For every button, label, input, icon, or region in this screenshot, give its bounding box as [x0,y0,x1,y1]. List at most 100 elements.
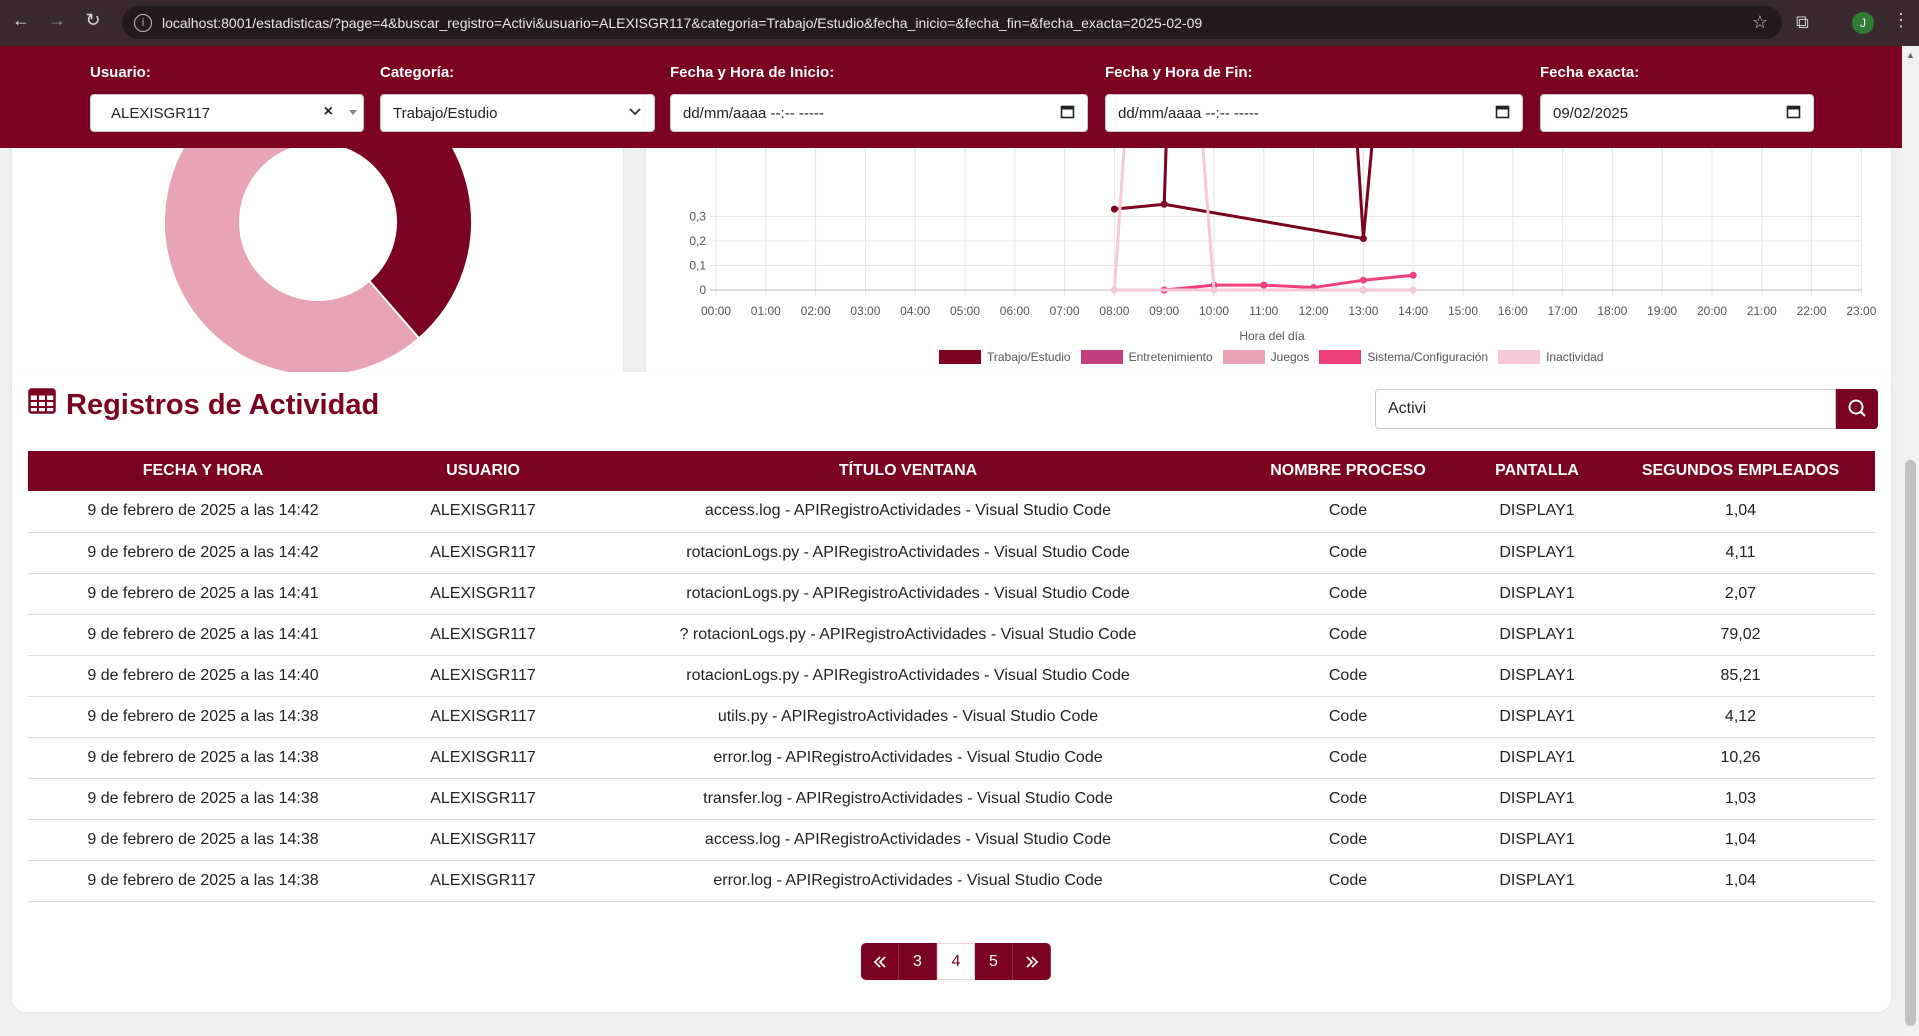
search-button[interactable] [1836,389,1878,429]
calendar-icon[interactable] [1786,104,1801,123]
cell-titulo: access.log - APIRegistroActividades - Vi… [588,819,1228,861]
fin-label: Fecha y Hora de Fin: [1105,64,1253,81]
categoria-select[interactable]: Trabajo/Estudio [380,94,655,132]
last-page-button[interactable] [1013,943,1051,980]
cell-proceso: Code [1228,655,1468,697]
cell-proceso: Code [1228,532,1468,574]
reload-icon[interactable]: ↻ [78,10,108,31]
col-nombre-proceso[interactable]: NOMBRE PROCESO [1228,451,1468,491]
usuario-label: Usuario: [90,64,151,81]
page-button-4-current[interactable]: 4 [937,943,975,980]
y-tick-label: 0 [699,283,706,297]
x-tick-label: 21:00 [1747,304,1777,318]
inicio-datetime-input[interactable]: dd/mm/aaaa --:-- ----- [670,94,1088,132]
browser-menu-icon[interactable]: ⋮ [1892,10,1910,31]
cell-titulo: ? rotacionLogs.py - APIRegistroActividad… [588,614,1228,656]
x-tick-label: 19:00 [1647,304,1677,318]
categoria-label: Categoría: [380,64,455,81]
scroll-up-icon[interactable]: ▲ [1906,50,1915,60]
y-tick-label: 0,3 [689,210,706,224]
extensions-icon[interactable]: ⧉ [1796,12,1809,33]
cell-segundos: 1,04 [1606,819,1875,861]
x-tick-label: 00:00 [701,304,731,318]
x-tick-label: 06:00 [1000,304,1030,318]
exacta-date-input[interactable]: 09/02/2025 [1540,94,1814,132]
clear-icon[interactable]: × [324,103,333,121]
filter-categoria: Categoría: Trabajo/Estudio [380,64,655,132]
cell-proceso: Code [1228,573,1468,615]
col-fecha-hora[interactable]: FECHA Y HORA [28,451,378,491]
table-icon [28,388,56,422]
table-row: 9 de febrero de 2025 a las 14:38 ALEXISG… [28,778,1875,820]
bookmark-star-icon[interactable]: ☆ [1752,12,1768,33]
filter-exacta: Fecha exacta: 09/02/2025 [1540,64,1814,132]
pagination: 3 4 5 [861,943,1051,980]
usuario-value: ALEXISGR117 [111,104,210,122]
page-button-3[interactable]: 3 [899,943,937,980]
table-row: 9 de febrero de 2025 a las 14:42 ALEXISG… [28,532,1875,574]
address-bar[interactable]: i localhost:8001/estadisticas/?page=4&bu… [122,6,1782,39]
first-page-button[interactable] [861,943,899,980]
x-tick-label: 23:00 [1846,304,1876,318]
col-segundos[interactable]: SEGUNDOS EMPLEADOS [1606,451,1875,491]
legend-swatch-sistema [1319,350,1362,364]
search-icon [1848,399,1866,417]
x-tick-label: 09:00 [1149,304,1179,318]
calendar-icon[interactable] [1060,104,1075,123]
forward-arrow-icon[interactable]: → [42,10,72,31]
cell-titulo: rotacionLogs.py - APIRegistroActividades… [588,532,1228,574]
table-row: 9 de febrero de 2025 a las 14:38 ALEXISG… [28,696,1875,738]
cell-fecha: 9 de febrero de 2025 a las 14:41 [28,614,378,656]
col-titulo-ventana[interactable]: TÍTULO VENTANA [588,451,1228,491]
page-button-5[interactable]: 5 [975,943,1013,980]
cell-usuario: ALEXISGR117 [378,819,588,861]
x-tick-label: 13:00 [1348,304,1378,318]
cell-usuario: ALEXISGR117 [378,860,588,902]
calendar-icon[interactable] [1495,104,1510,123]
cell-titulo: utils.py - APIRegistroActividades - Visu… [588,696,1228,738]
x-tick-label: 11:00 [1249,304,1278,318]
back-arrow-icon[interactable]: ← [6,10,36,31]
caret-down-icon[interactable] [349,110,357,115]
x-tick-label: 08:00 [1099,304,1129,318]
col-usuario[interactable]: USUARIO [378,451,588,491]
x-tick-label: 02:00 [801,304,831,318]
fin-datetime-input[interactable]: dd/mm/aaaa --:-- ----- [1105,94,1523,132]
search-input[interactable]: Activi [1375,389,1836,429]
site-info-icon[interactable]: i [134,13,152,32]
cell-pantalla: DISPLAY1 [1468,573,1606,615]
series-point-3 [1409,271,1417,279]
scrollbar-thumb[interactable] [1905,460,1916,1026]
legend-label-inactividad: Inactividad [1546,350,1604,364]
series-point-4 [1359,286,1367,294]
cell-pantalla: DISPLAY1 [1468,655,1606,697]
series-point-0 [1110,205,1118,213]
table-row: 9 de febrero de 2025 a las 14:42 ALEXISG… [28,491,1875,533]
x-tick-label: 04:00 [900,304,930,318]
usuario-select[interactable]: ALEXISGR117 × [90,94,364,132]
cell-segundos: 1,04 [1606,860,1875,902]
cell-usuario: ALEXISGR117 [378,696,588,738]
cell-pantalla: DISPLAY1 [1468,819,1606,861]
x-tick-label: 07:00 [1050,304,1080,318]
cell-usuario: ALEXISGR117 [378,655,588,697]
x-tick-label: 15:00 [1448,304,1478,318]
filter-inicio: Fecha y Hora de Inicio: dd/mm/aaaa --:--… [670,64,1088,132]
table-header-row: FECHA Y HORA USUARIO TÍTULO VENTANA NOMB… [28,451,1875,491]
cell-segundos: 1,03 [1606,778,1875,820]
profile-avatar[interactable]: J [1852,12,1874,34]
exacta-label: Fecha exacta: [1540,64,1640,81]
page-scrollbar[interactable]: ▲ [1902,46,1919,1036]
registros-search: Activi [1375,389,1878,429]
col-pantalla[interactable]: PANTALLA [1468,451,1606,491]
filter-bar: Usuario: ALEXISGR117 × Categoría: Trabaj… [0,46,1902,148]
cell-fecha: 9 de febrero de 2025 a las 14:40 [28,655,378,697]
table-row: 9 de febrero de 2025 a las 14:41 ALEXISG… [28,573,1875,615]
y-tick-label: 0,1 [689,259,706,273]
registros-title: Registros de Actividad [28,388,379,422]
registros-title-text: Registros de Actividad [66,388,380,421]
inicio-value: dd/mm/aaaa --:-- ----- [683,104,824,122]
cell-segundos: 10,26 [1606,737,1875,779]
cell-usuario: ALEXISGR117 [378,737,588,779]
cell-segundos: 79,02 [1606,614,1875,656]
